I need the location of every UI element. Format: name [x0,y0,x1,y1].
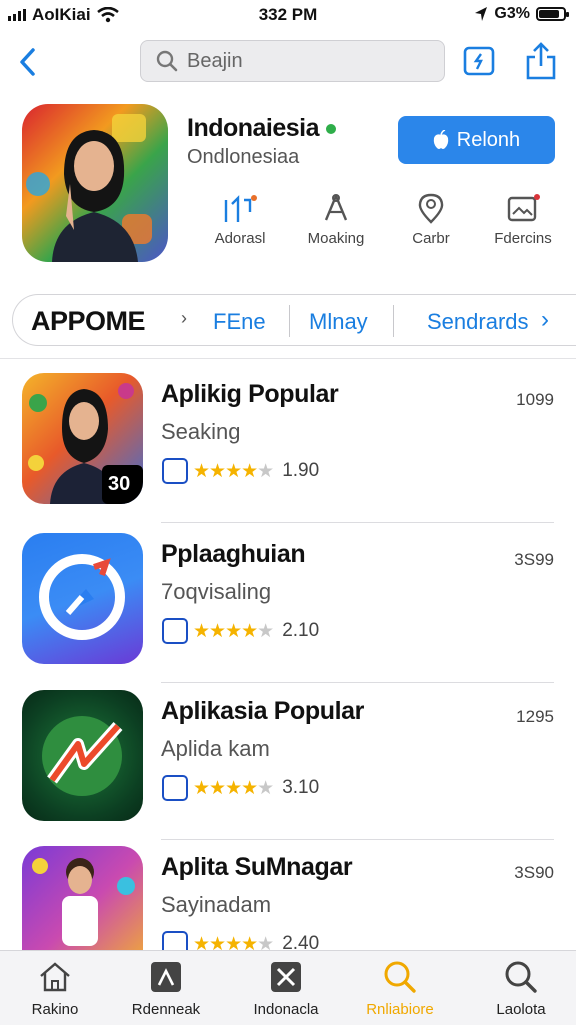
search-icon [505,961,537,993]
battery-icon [536,7,569,21]
app-title: Aplikasia Popular [161,697,364,725]
games-icon [271,962,301,992]
image-icon [507,194,540,222]
segment-item[interactable]: Mlnay [309,309,368,335]
app-title: Pplaaghuian [161,540,306,568]
app-icon [22,690,143,821]
nav-bar: Beajin [0,38,576,88]
tab-bar: Rakino Rdenneak Indonacla Rnliabiore Lao… [0,950,576,1025]
chart-icon [224,195,257,222]
app-subtitle: Seaking [161,419,241,444]
get-button[interactable]: Relonh [398,116,555,164]
segment-divider [289,305,290,337]
star-rating: ★★★★★ [193,460,274,482]
tab-rnliabiore[interactable]: Rnliabiore [345,959,455,1018]
app-title: Aplita SuMnagar [161,853,353,881]
app-store-icon [162,618,188,644]
app-store-icon [162,775,188,801]
app-store-icon [162,458,188,484]
segment-item[interactable]: FEne [213,309,266,335]
tab-laolota[interactable]: Laolota [466,959,576,1018]
segment-item[interactable]: Sendrards [427,309,529,335]
status-bar: AoIKiai 332 PM G3% [0,0,576,30]
app-size: 3S90 [514,863,554,882]
stat-item[interactable]: Moaking [291,192,381,247]
segment-divider [393,305,394,337]
location-arrow-icon [475,7,488,21]
chevron-right-icon[interactable]: › [541,306,549,334]
app-badge: 30 [108,473,131,495]
home-icon [40,962,70,992]
stat-item[interactable]: Carbr [386,192,476,247]
tab-indonacla[interactable]: Indonacla [231,959,341,1018]
rating-value: 1.90 [282,460,320,481]
rating-value: 3.10 [282,777,320,798]
app-subtitle: 7oqvisaling [161,579,272,604]
list-item[interactable]: Pplaaghuian 7oqvisaling 3S99 ★★★★★ 2.10 [0,533,576,683]
refresh-icon[interactable] [462,42,496,80]
divider [0,358,576,359]
chevron-right-icon: › [181,308,187,328]
verified-icon [325,124,336,135]
app-title: Aplikig Popular [161,380,339,408]
list-item[interactable]: Aplikasia Popular Aplida kam 1295 ★★★★★ … [0,690,576,840]
search-icon [156,50,178,72]
compass-icon [324,194,348,221]
location-icon [418,193,444,224]
tab-rakino[interactable]: Rakino [0,959,110,1018]
app-icon: 30 [22,373,143,504]
category-segment: APPOME › FEne Mlnay Sendrards › [12,294,576,346]
app-icon [22,533,143,664]
row-divider [161,839,554,840]
stat-item[interactable]: Adorasl [195,192,285,247]
back-chevron-icon[interactable] [14,44,44,80]
search-input[interactable]: Beajin [140,40,445,82]
app-size: 3S99 [514,550,554,569]
apps-icon [151,962,181,992]
row-divider [161,522,554,523]
app-icon [22,104,168,262]
get-button-label: Relonh [456,128,521,151]
tab-rdenneak[interactable]: Rdenneak [111,959,221,1018]
apple-icon [433,130,448,149]
search-placeholder: Beajin [187,49,243,72]
search-icon [384,961,416,993]
rating: ★★★★★ 1.90 [162,458,319,484]
star-rating: ★★★★★ [193,777,274,799]
segment-title[interactable]: APPOME [31,306,146,337]
star-rating: ★★★★★ [193,620,274,642]
app-developer: Ondlonesiaa [187,146,300,168]
app-header: Indonaiesia Ondlonesiaa Relonh Adorasl M… [0,104,576,264]
app-title: Indonaiesia [187,114,336,143]
app-size: 1099 [516,390,554,409]
app-size: 1295 [516,707,554,726]
rating-value: 2.10 [282,620,320,641]
share-icon[interactable] [524,42,558,80]
stat-item[interactable]: Fdercins [478,192,568,247]
app-subtitle: Aplida kam [161,736,270,761]
list-item[interactable]: 30 Aplikig Popular Seaking 1099 ★★★★★ 1.… [0,373,576,523]
battery-percent: G3% [494,5,530,22]
rating: ★★★★★ 3.10 [162,775,319,801]
rating: ★★★★★ 2.10 [162,618,319,644]
row-divider [161,682,554,683]
app-subtitle: Sayinadam [161,892,272,917]
